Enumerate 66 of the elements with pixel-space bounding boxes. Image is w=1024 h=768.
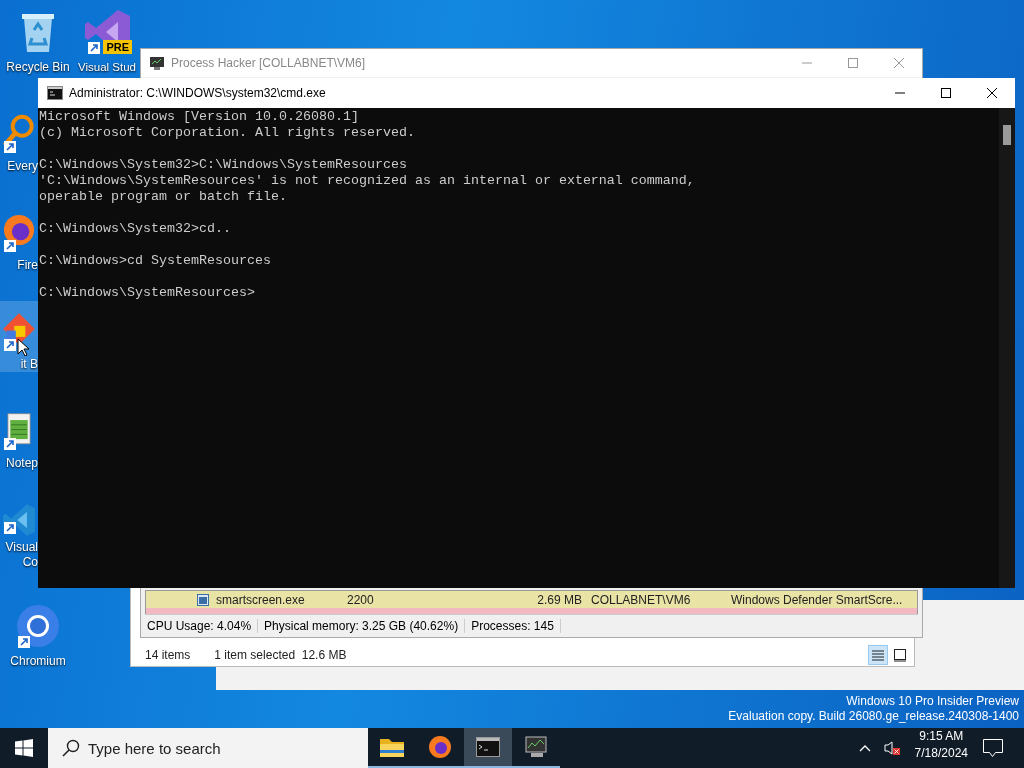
badge: PRE (103, 40, 132, 54)
ring-logo-icon[interactable] (14, 602, 62, 650)
icon-label[interactable]: Visual Co (5, 540, 38, 570)
table-cell-text: smartscreen.exe (216, 592, 306, 607)
console-line: C:\Windows>cd SystemResources (39, 253, 272, 269)
console-icon (47, 86, 63, 100)
desktop-shortcut[interactable]: Notep (0, 400, 38, 471)
item-count: 14 items (145, 648, 191, 662)
close-icon (987, 88, 997, 98)
status-text: Physical memory: 3.25 GB (40.62%) (262, 619, 466, 633)
table-cell-text: COLLABNET\VM6 (591, 592, 692, 607)
desktop-shortcut[interactable]: Chromium (0, 598, 76, 669)
status-text: Processes: 145 (469, 619, 561, 633)
message-icon (982, 738, 1004, 758)
table-cell-text: 2.69 MB (536, 592, 582, 607)
selection-info: 1 item selected 12.6 MB (214, 648, 347, 662)
clock[interactable]: 9:15 AM 7/18/2024 (906, 728, 976, 768)
windows-logo-icon (15, 739, 33, 757)
desktop-shortcut[interactable]: Recycle Bin (0, 4, 76, 75)
desktop-shortcut[interactable]: Fire (0, 202, 38, 273)
table-cell-text: 2200 (347, 592, 375, 607)
chevron-up-icon (858, 744, 871, 752)
cursor-icon (17, 338, 29, 356)
fox-globe-icon (428, 735, 452, 759)
desktop-shortcut[interactable]: Every (0, 103, 38, 174)
process-row[interactable]: smartscreen.exe 2200 2.69 MB COLLABNET\VM6 Windows Defender SmartScre... (146, 591, 917, 608)
monitor-chart-icon (149, 55, 165, 71)
minimize-icon (802, 62, 812, 64)
console-icon (476, 737, 500, 757)
tiles-view-icon (892, 647, 908, 663)
icon-label[interactable]: it B (5, 357, 38, 372)
scrollbar-thumb[interactable] (1003, 125, 1011, 145)
console-line: (c) Microsoft Corporation. All rights reserved. (39, 125, 416, 141)
icon-label[interactable]: Fire (5, 258, 38, 273)
date-text: 7/18/2024 (914, 745, 968, 762)
icon-label[interactable]: Notep (5, 456, 38, 471)
time-text: 9:15 AM (919, 728, 964, 745)
table-cell-text: Windows Defender SmartScre... (731, 592, 904, 607)
folder-icon (379, 736, 405, 758)
console-line: C:\Windows\System32>cd.. (39, 221, 232, 237)
watermark-text: Windows 10 Pro Insider Preview (846, 694, 1019, 709)
icon-label[interactable]: Every (5, 159, 38, 174)
desktop-shortcut[interactable]: Visual Co (0, 499, 38, 570)
window-title: Administrator: C:\WINDOWS\system32\cmd.exe (69, 86, 326, 100)
window-icon (196, 592, 210, 607)
monitor-chart-icon (524, 735, 548, 759)
watermark-text: Evaluation copy. Build 26080.ge_release.240308-1400 (728, 709, 1019, 724)
maximize-icon (848, 58, 858, 68)
console-line: operable program or batch file. (39, 189, 288, 205)
close-icon (894, 58, 904, 68)
taskbar-app-button[interactable] (464, 728, 512, 768)
maximize-icon (941, 88, 951, 98)
window-title: Process Hacker [COLLABNET\VM6] (171, 56, 366, 70)
console-line: Microsoft Windows [Version 10.0.26080.1] (39, 109, 360, 125)
console-line: 'C:\Windows\SystemResources' is not recognized as an internal or external command, (39, 173, 696, 189)
status-text: CPU Usage: 4.04% (145, 619, 259, 633)
icon-label[interactable]: Chromium (10, 654, 66, 669)
details-view-icon (870, 647, 886, 663)
console-line: C:\Windows\System32>C:\Windows\SystemResources (39, 157, 408, 173)
search-field[interactable]: Type here to search (48, 728, 368, 768)
search-icon (62, 739, 80, 757)
desktop-shortcut[interactable]: it B (0, 301, 38, 372)
console-line: C:\Windows\SystemResources> (39, 285, 256, 301)
icon-label[interactable]: Recycle Bin (6, 60, 70, 75)
icon-label[interactable]: Visual Stud (78, 60, 136, 75)
minimize-icon (895, 92, 905, 94)
